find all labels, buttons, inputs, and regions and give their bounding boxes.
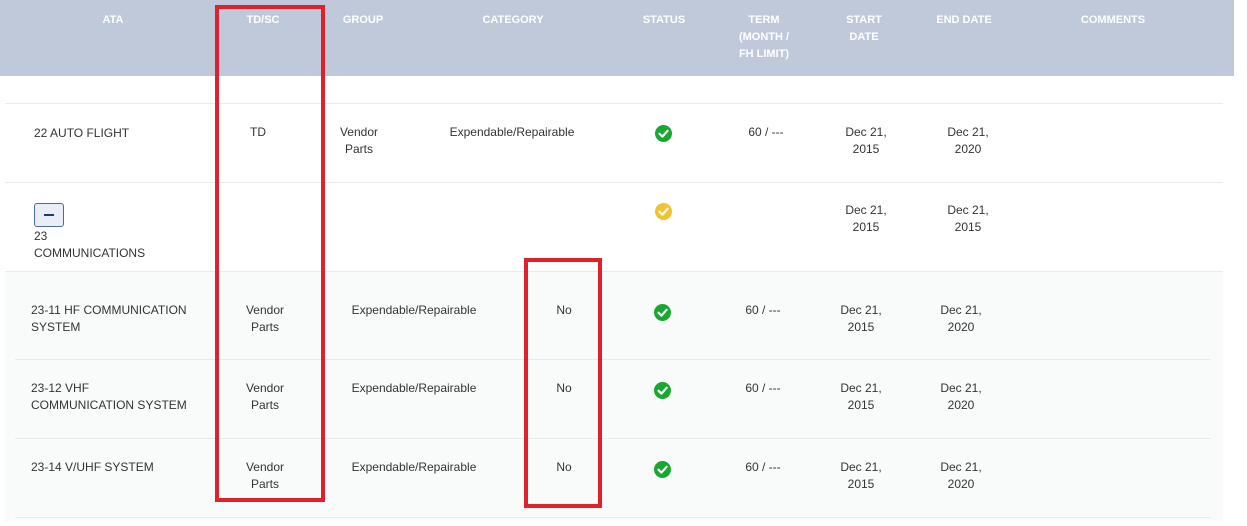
highlight-box-category: [524, 258, 602, 508]
row-divider: [15, 517, 1211, 518]
cell-end-date: Dec 21, 2020: [940, 381, 982, 412]
table-header: ATA TD/SC GROUP CATEGORY STATUS TERM (MO…: [0, 0, 1234, 76]
status-ok-icon: [654, 382, 671, 399]
cell-start-date: Dec 21, 2015: [840, 303, 882, 334]
row-divider: [15, 438, 1211, 439]
col-header-category[interactable]: CATEGORY: [468, 12, 558, 29]
col-header-status[interactable]: STATUS: [634, 12, 694, 29]
row-divider: [5, 182, 1223, 183]
cell-term: 60 / ---: [745, 460, 781, 474]
status-ok-icon: [655, 125, 672, 142]
subrows-background: [5, 272, 1223, 522]
col-header-group[interactable]: GROUP: [328, 12, 398, 29]
cell-end-date: Dec 21, 2020: [940, 303, 982, 334]
cell-ata: 23 COMMUNICATIONS: [34, 229, 146, 260]
cell-category: Expendable/Repairable: [449, 125, 575, 139]
row-divider: [15, 359, 1211, 360]
cell-group: Expendable/Repairable: [351, 460, 477, 474]
highlight-box-tdsc: [215, 5, 325, 502]
row-divider: [5, 103, 1223, 104]
cell-end-date: Dec 21, 2015: [947, 203, 989, 234]
minus-icon: [44, 214, 54, 216]
cell-term: 60 / ---: [745, 303, 781, 317]
cell-group: Vendor Parts: [339, 125, 379, 156]
col-header-end-date[interactable]: END DATE: [924, 12, 1004, 29]
cell-term: 60 / ---: [745, 381, 781, 395]
status-partial-icon: [655, 203, 672, 220]
col-header-comments[interactable]: COMMENTS: [1068, 12, 1158, 29]
cell-end-date: Dec 21, 2020: [940, 460, 982, 491]
cell-term: 60 / ---: [748, 125, 784, 139]
cell-group: Expendable/Repairable: [351, 303, 477, 317]
col-header-start-date[interactable]: START DATE: [834, 12, 894, 46]
cell-end-date: Dec 21, 2020: [947, 125, 989, 156]
cell-start-date: Dec 21, 2015: [845, 125, 887, 156]
cell-ata: 23-11 HF COMMUNICATION SYSTEM: [31, 303, 187, 334]
status-ok-icon: [654, 461, 671, 478]
row-divider: [5, 271, 1223, 272]
status-ok-icon: [654, 304, 671, 321]
col-header-term[interactable]: TERM (MONTH / FH LIMIT): [726, 12, 802, 63]
cell-start-date: Dec 21, 2015: [840, 460, 882, 491]
col-header-ata[interactable]: ATA: [78, 12, 148, 29]
cell-ata: 23-12 VHF COMMUNICATION SYSTEM: [31, 381, 187, 412]
cell-start-date: Dec 21, 2015: [840, 381, 882, 412]
collapse-button[interactable]: [34, 203, 64, 227]
cell-group: Expendable/Repairable: [351, 381, 477, 395]
cell-start-date: Dec 21, 2015: [845, 203, 887, 234]
cell-ata: 23-14 V/UHF SYSTEM: [31, 460, 154, 474]
cell-ata: 22 AUTO FLIGHT: [34, 126, 130, 140]
